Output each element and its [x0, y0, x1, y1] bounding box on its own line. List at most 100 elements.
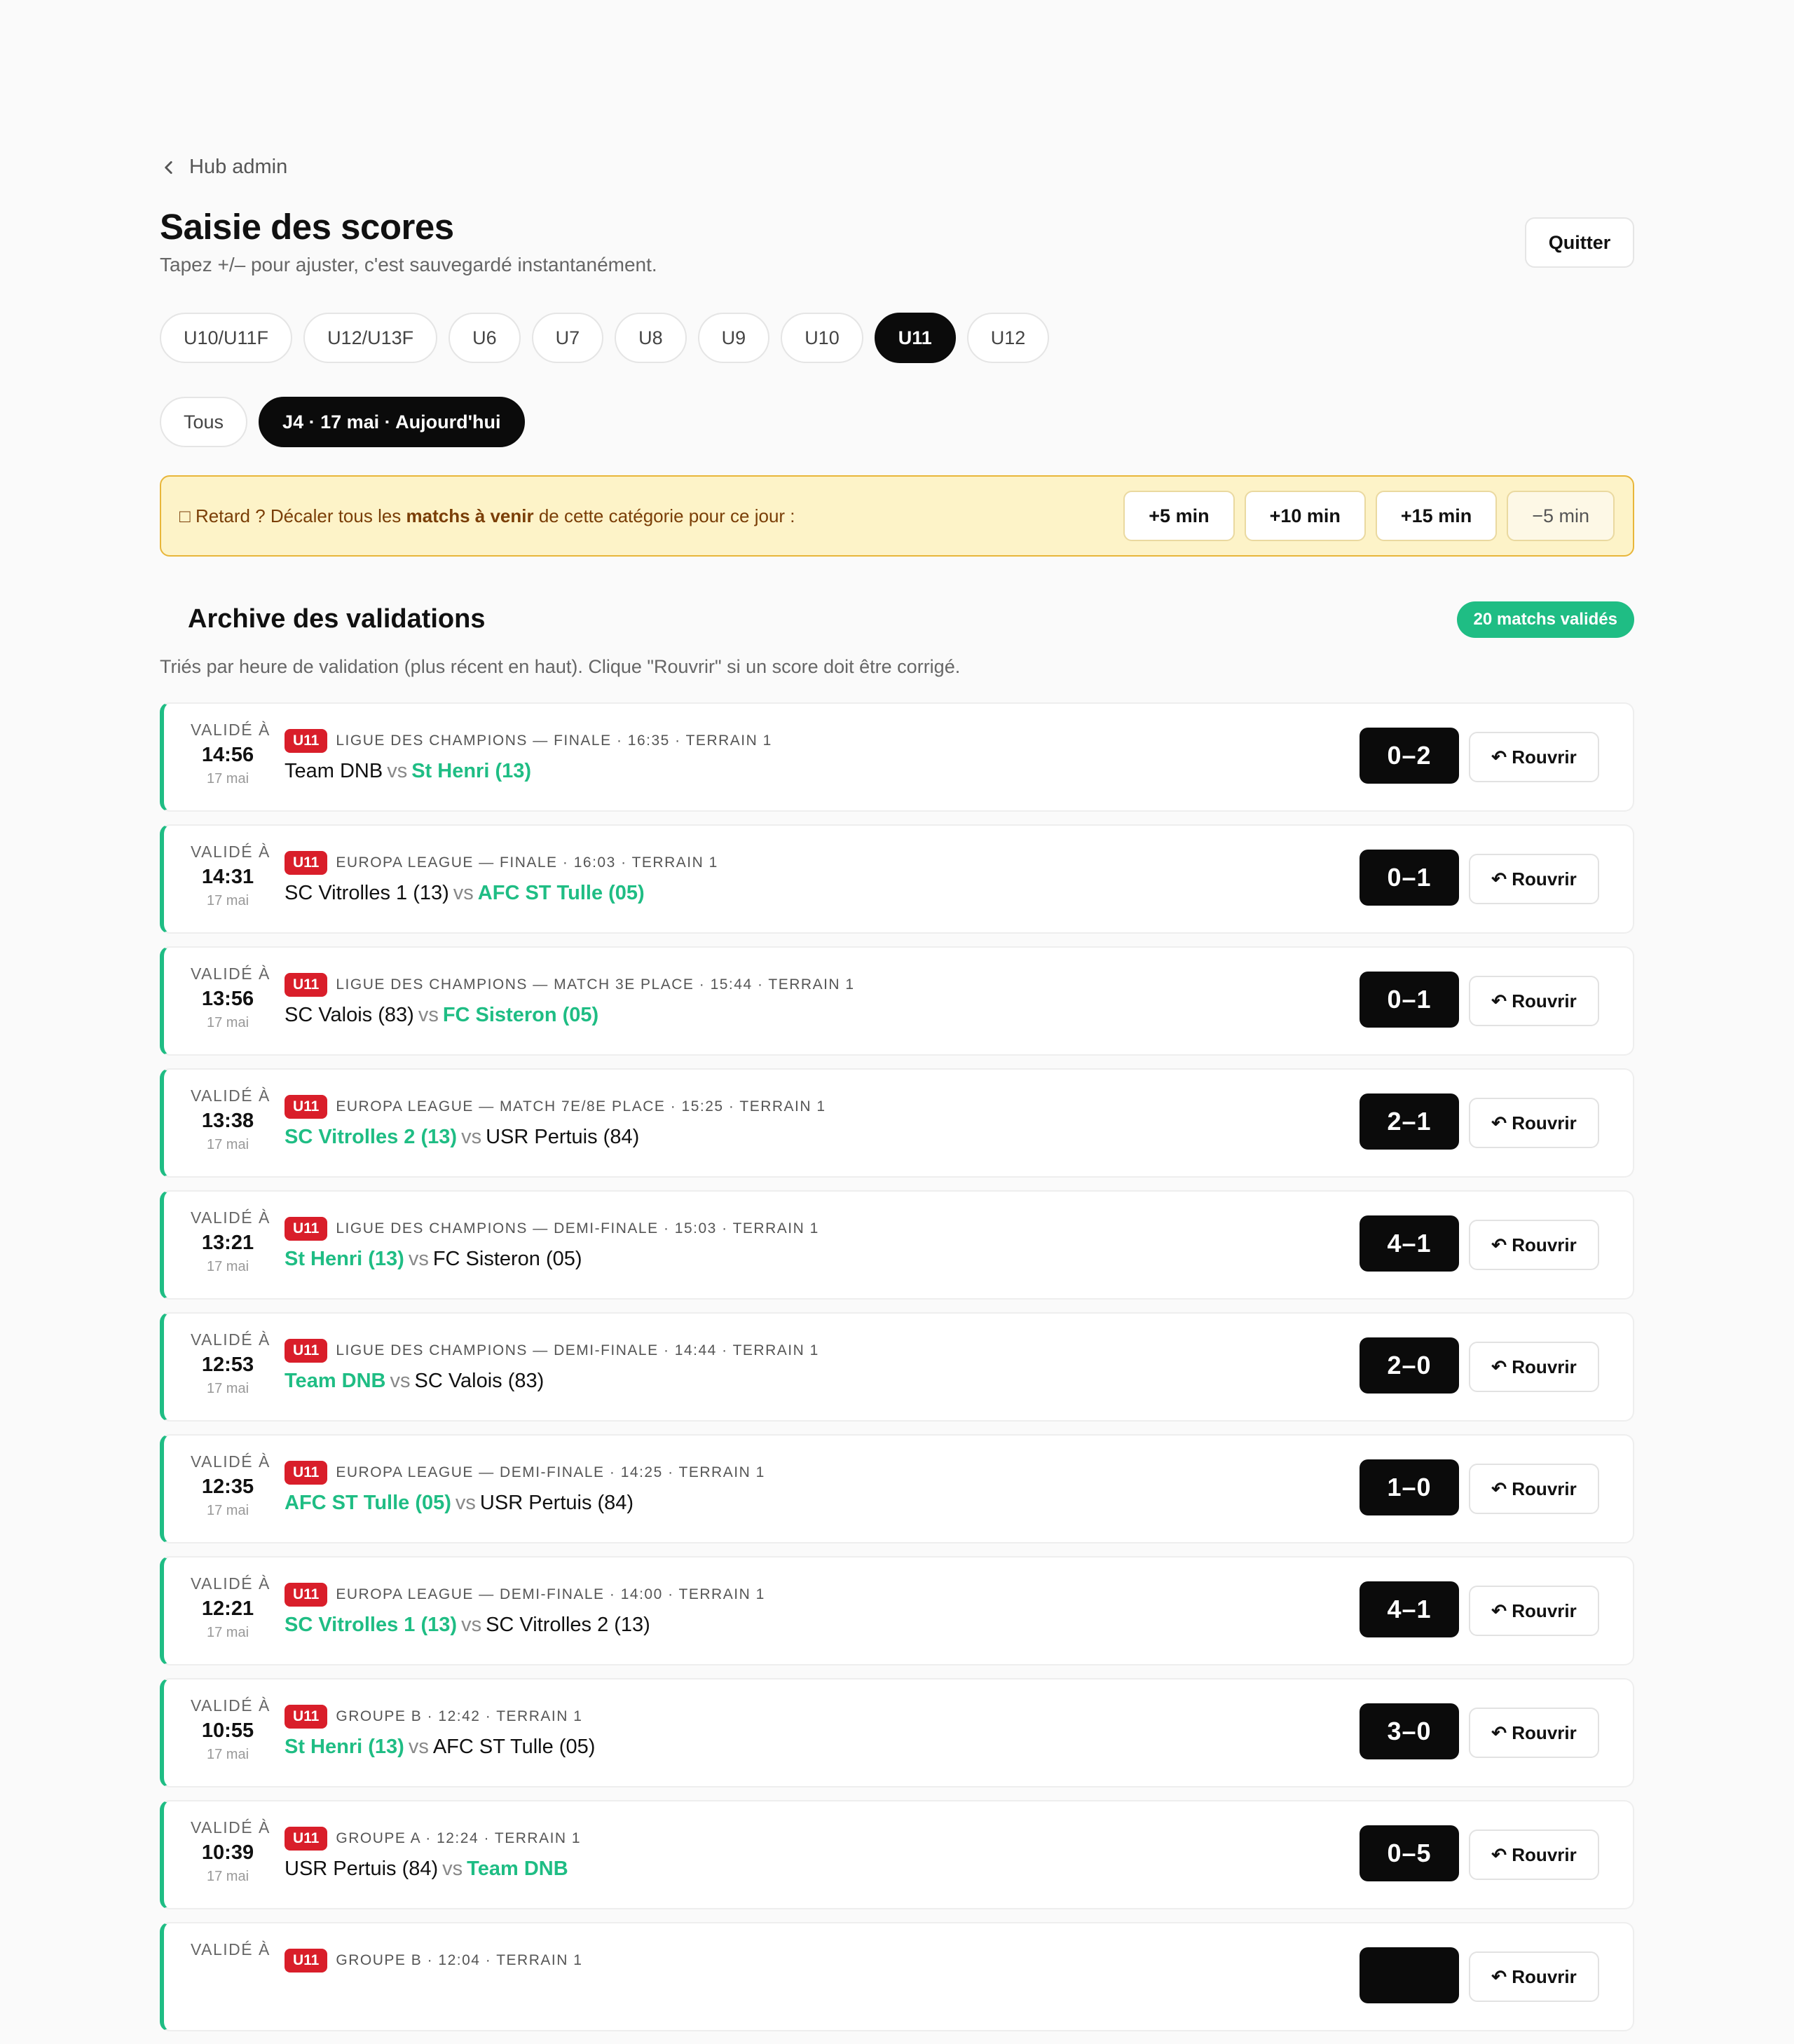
- back-link-label: Hub admin: [189, 156, 288, 178]
- match-info: U11 EUROPA LEAGUE — DEMI-FINALE · 14:00 ·…: [285, 1583, 765, 1637]
- away-team: St Henri (13): [411, 760, 532, 782]
- validated-count-badge: 20 matchs validés: [1456, 601, 1634, 638]
- validation-time: VALIDÉ À 12:35 17 mai: [191, 1452, 269, 1519]
- chevron-left-icon: [165, 161, 172, 174]
- archive-list: VALIDÉ À 14:56 17 mai U11 LIGUE DES CHAMPION…: [160, 702, 1634, 2044]
- category-pill-u12[interactable]: U12: [966, 313, 1050, 363]
- archive-row: VALIDÉ À 14:31 17 mai U11 EUROPA LEAGUE — FI…: [160, 824, 1634, 934]
- match-meta-text: LIGUE DES CHAMPIONS — DEMI-FINALE · 15:0…: [336, 1220, 819, 1236]
- reopen-button[interactable]: ↶ Rouvrir: [1469, 1220, 1599, 1270]
- category-pill-u8[interactable]: U8: [615, 313, 687, 363]
- category-pill-u6[interactable]: U6: [448, 313, 521, 363]
- category-pill-u12-u13f[interactable]: U12/U13F: [303, 313, 438, 363]
- reopen-button[interactable]: ↶ Rouvrir: [1469, 1464, 1599, 1514]
- reopen-button[interactable]: ↶ Rouvrir: [1469, 732, 1599, 782]
- day-pill-all[interactable]: Tous: [160, 397, 248, 447]
- validated-time: 13:56: [201, 988, 254, 1010]
- match-info: U11 EUROPA LEAGUE — DEMI-FINALE · 14:25 ·…: [285, 1461, 765, 1515]
- home-team: Team DNB: [285, 1370, 386, 1392]
- validation-time: VALIDÉ À 13:38 17 mai: [191, 1086, 271, 1153]
- validated-label: VALIDÉ À: [191, 1330, 271, 1349]
- match-meta: U11 EUROPA LEAGUE — MATCH 7E/8E PLACE · 1…: [285, 1095, 826, 1119]
- match-meta: U11 EUROPA LEAGUE — FINALE · 16:03 · TERR…: [285, 851, 718, 875]
- category-badge: U11: [285, 1217, 328, 1241]
- score-display: 4–1: [1360, 1581, 1459, 1637]
- match-teams: SC Vitrolles 2 (13) vs USR Pertuis (84): [285, 1126, 826, 1149]
- validated-label: VALIDÉ À: [191, 1208, 271, 1227]
- reopen-button[interactable]: ↶ Rouvrir: [1469, 1708, 1599, 1758]
- reopen-button[interactable]: ↶ Rouvrir: [1469, 1830, 1599, 1880]
- match-teams: St Henri (13) vs AFC ST Tulle (05): [285, 1736, 595, 1759]
- match-meta: U11 EUROPA LEAGUE — DEMI-FINALE · 14:00 ·…: [285, 1583, 765, 1607]
- category-pill-u11[interactable]: U11: [874, 313, 956, 363]
- away-team: AFC ST Tulle (05): [432, 1736, 596, 1758]
- match-meta: U11 EUROPA LEAGUE — DEMI-FINALE · 14:25 ·…: [285, 1461, 765, 1485]
- validated-date: 17 mai: [206, 1869, 249, 1884]
- archive-row: VALIDÉ À 13:56 17 mai U11 LIGUE DES CHAMPION…: [160, 946, 1634, 1056]
- validation-time: VALIDÉ À 10:55 17 mai: [191, 1696, 269, 1763]
- day-pill-today[interactable]: J4 · 17 mai · Aujourd'hui: [259, 397, 525, 447]
- vs-label: vs: [461, 1126, 482, 1148]
- vs-label: vs: [408, 1736, 429, 1758]
- validation-time: VALIDÉ À 12:53 17 mai: [191, 1330, 271, 1397]
- delay-button-4[interactable]: −5 min: [1507, 491, 1615, 541]
- vs-label: vs: [453, 882, 474, 904]
- vs-label: vs: [461, 1614, 482, 1636]
- page-title: Saisie des scores: [160, 207, 454, 247]
- score-display: 3–0: [1360, 1703, 1459, 1759]
- reopen-button[interactable]: ↶ Rouvrir: [1469, 1586, 1599, 1636]
- validated-time: 13:21: [201, 1232, 254, 1254]
- page-subtitle: Tapez +/– pour ajuster, c'est sauvegardé…: [160, 254, 657, 275]
- reopen-button[interactable]: ↶ Rouvrir: [1469, 854, 1599, 904]
- delay-button-2[interactable]: +10 min: [1244, 491, 1366, 541]
- validation-time: VALIDÉ À 13:21 17 mai: [191, 1208, 271, 1275]
- away-team: FC Sisteron (05): [432, 1248, 582, 1270]
- validated-time: 13:38: [201, 1110, 254, 1132]
- match-info: U11 GROUPE B · 12:42 · TERRAIN 1 St Henri …: [285, 1705, 595, 1759]
- reopen-button[interactable]: ↶ Rouvrir: [1469, 1951, 1599, 2002]
- validated-date: 17 mai: [206, 1625, 249, 1640]
- reopen-button[interactable]: ↶ Rouvrir: [1469, 1098, 1599, 1148]
- category-badge: U11: [285, 851, 328, 875]
- delay-button-3[interactable]: +15 min: [1375, 491, 1498, 541]
- category-pill-u10-u11f[interactable]: U10/U11F: [160, 313, 293, 363]
- validated-label: VALIDÉ À: [191, 1086, 271, 1105]
- match-meta-text: GROUPE B · 12:42 · TERRAIN 1: [336, 1708, 583, 1724]
- match-meta: U11 LIGUE DES CHAMPIONS — DEMI-FINALE · 1…: [285, 1217, 819, 1241]
- match-teams: St Henri (13) vs FC Sisteron (05): [285, 1248, 819, 1271]
- score-display: [1360, 1947, 1459, 2003]
- category-pill-u10[interactable]: U10: [781, 313, 863, 363]
- back-link[interactable]: Hub admin: [160, 156, 287, 179]
- validation-time: VALIDÉ À: [191, 1940, 269, 1963]
- category-badge: U11: [285, 1583, 328, 1607]
- match-teams: USR Pertuis (84) vs Team DNB: [285, 1858, 581, 1881]
- match-meta-text: EUROPA LEAGUE — MATCH 7E/8E PLACE · 15:2…: [336, 1098, 826, 1115]
- score-display: 0–2: [1360, 728, 1459, 784]
- archive-description: Triés par heure de validation (plus réce…: [160, 656, 961, 677]
- reopen-button[interactable]: ↶ Rouvrir: [1469, 1342, 1599, 1392]
- category-badge: U11: [285, 1095, 328, 1119]
- validated-time: 12:35: [201, 1476, 254, 1498]
- quit-button[interactable]: Quitter: [1525, 217, 1634, 268]
- delay-button-1[interactable]: +5 min: [1123, 491, 1235, 541]
- match-info: U11 LIGUE DES CHAMPIONS — DEMI-FINALE · 1…: [285, 1217, 819, 1271]
- away-team: AFC ST Tulle (05): [477, 882, 645, 904]
- match-meta: U11 GROUPE A · 12:24 · TERRAIN 1: [285, 1827, 581, 1851]
- category-badge: U11: [285, 729, 328, 753]
- category-pill-u7[interactable]: U7: [531, 313, 604, 363]
- validated-time: 10:55: [201, 1719, 254, 1742]
- match-meta-text: LIGUE DES CHAMPIONS — FINALE · 16:35 · T…: [336, 733, 772, 749]
- reopen-button[interactable]: ↶ Rouvrir: [1469, 976, 1599, 1026]
- category-filter: U10/U11F U12/U13F U6 U7 U8 U9 U10 U11 U12: [160, 313, 1050, 363]
- category-pill-u9[interactable]: U9: [697, 313, 770, 363]
- delay-banner-text: □ Retard ? Décaler tous les matchs à ven…: [179, 505, 795, 526]
- away-team: USR Pertuis (84): [479, 1492, 634, 1514]
- validated-time: 10:39: [201, 1841, 254, 1864]
- category-badge: U11: [285, 1705, 328, 1729]
- category-badge: U11: [285, 973, 328, 997]
- match-info: U11 LIGUE DES CHAMPIONS — MATCH 3E PLACE …: [285, 973, 855, 1027]
- home-team: AFC ST Tulle (05): [285, 1492, 451, 1514]
- score-display: 4–1: [1360, 1215, 1459, 1272]
- validated-date: 17 mai: [206, 1137, 249, 1152]
- validated-label: VALIDÉ À: [191, 1818, 271, 1837]
